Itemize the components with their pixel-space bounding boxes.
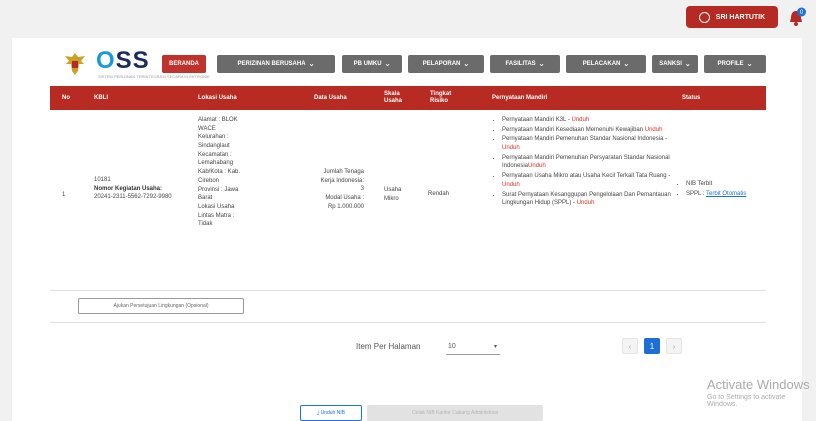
notification-bell-icon[interactable]: 0 — [787, 7, 807, 29]
kbli-cell: 10181 Nomor Kegiatan Usaha: 20241-2311-5… — [94, 176, 176, 202]
row-no: 1 — [62, 192, 66, 198]
chevron-down-icon: ⌄ — [384, 61, 391, 68]
lokasi-cell: Alamat : BLOK WACE Kelurahan : Sindangla… — [198, 117, 241, 228]
user-name: SRI HARTUTIK — [715, 13, 766, 21]
list-item: Pernyataan Mandiri Pemenuhan Standar Nas… — [502, 135, 676, 152]
col-kbli: KBLI — [94, 95, 108, 101]
pernyataan-cell: Pernyataan Mandiri K3L - Unduh Pernyataa… — [494, 116, 676, 209]
nav-profile[interactable]: PROFILE ⌄ — [704, 55, 766, 73]
cetak-nib-button[interactable]: Cetak NIB Kantor Cabang Administrasi — [367, 405, 543, 421]
oss-logo[interactable]: OSS — [96, 47, 150, 75]
main-panel: OSS SISTEM PERIZINAN TERINTEGRASI SECARA… — [12, 38, 802, 421]
table-footer-row: Ajukan Persetujuan Lingkungan (Opsional) — [50, 290, 766, 323]
sppl-link[interactable]: Terbit Otomatis — [706, 191, 746, 197]
next-page-button[interactable]: › — [666, 338, 682, 354]
list-item: Pernyataan Mandiri K3L - Unduh — [502, 116, 676, 125]
chevron-down-icon: ⌄ — [623, 61, 630, 68]
items-per-page-label: Item Per Halaman — [356, 342, 421, 351]
page-1-button[interactable]: 1 — [644, 338, 660, 354]
status-item: SPPL : Terbit Otomatis — [686, 190, 762, 199]
kbli-number: 20241-2311-5562-7292-9980 — [94, 194, 172, 201]
ajukan-persetujuan-button[interactable]: Ajukan Persetujuan Lingkungan (Opsional) — [78, 298, 244, 314]
unduh-link[interactable]: Unduh — [502, 182, 520, 188]
col-status: Status — [682, 95, 701, 101]
chevron-down-icon: ⌄ — [463, 61, 470, 68]
col-tingkat: Tingkat Risiko — [430, 90, 452, 104]
unduh-link[interactable]: Unduh — [645, 127, 663, 133]
table-row: 1 10181 Nomor Kegiatan Usaha: 20241-2311… — [50, 110, 766, 291]
nav-perizinan-berusaha[interactable]: PERIZINAN BERUSAHA ⌄ — [217, 55, 335, 73]
user-menu-button[interactable]: SRI HARTUTIK — [686, 6, 778, 28]
chevron-down-icon: ⌄ — [746, 61, 753, 68]
activate-windows-subtitle: Go to Settings to activate Windows. — [707, 394, 786, 408]
status-item: NIB Terbit — [686, 180, 762, 189]
col-no: No — [62, 95, 70, 101]
list-item: Pernyataan Mandiri Pemenuhan Persyaratan… — [502, 154, 676, 171]
nav-pb-umku[interactable]: PB UMKU ⌄ — [342, 55, 402, 73]
list-item: Pernyataan Mandiri Kesediaan Memenuhi Ke… — [502, 126, 676, 135]
navbar: OSS SISTEM PERIZINAN TERINTEGRASI SECARA… — [12, 38, 802, 86]
logo-subtitle: SISTEM PERIZINAN TERINTEGRASI SECARA ELE… — [98, 74, 210, 79]
nav-pelaporan[interactable]: PELAPORAN ⌄ — [408, 55, 484, 73]
caret-down-icon: ▾ — [493, 344, 497, 350]
list-item: Pernyataan Usaha Mikro atau Usaha Kecil … — [502, 172, 676, 189]
unduh-nib-button[interactable]: ⤓ Unduh NIB — [300, 405, 362, 421]
kbli-code: 10181 — [94, 177, 111, 183]
tingkat-cell: Rendah — [428, 191, 450, 197]
nav-sanksi[interactable]: SANKSI ⌄ — [652, 55, 698, 73]
nav-pelacakan[interactable]: PELACAKAN ⌄ — [566, 55, 646, 73]
chevron-down-icon: ⌄ — [308, 61, 315, 68]
col-skala: Skala Usaha — [384, 90, 403, 104]
user-icon — [698, 11, 710, 23]
col-lokasi: Lokasi Usaha — [198, 95, 237, 101]
col-data: Data Usaha — [314, 95, 347, 101]
kbli-number-label: Nomor Kegiatan Usaha: — [94, 185, 163, 192]
pagination: Item Per Halaman 10 ▾ ‹ 1 › — [12, 336, 802, 360]
unduh-link[interactable]: Unduh — [528, 163, 546, 169]
unduh-link[interactable]: Unduh — [571, 117, 589, 123]
status-cell: NIB Terbit SPPL : Terbit Otomatis — [678, 180, 762, 199]
col-pernyataan: Pernyataan Mandiri — [492, 95, 548, 101]
chevron-down-icon: ⌄ — [538, 61, 545, 68]
activate-windows-watermark: Activate Windows — [707, 377, 810, 392]
list-item: Surat Pernyataan Kesanggupan Pengelolaan… — [502, 191, 676, 208]
garuda-emblem-icon — [65, 53, 85, 75]
chevron-down-icon: ⌄ — [684, 61, 691, 68]
skala-cell: Usaha Mikro — [384, 187, 402, 202]
unduh-link[interactable]: Unduh — [502, 145, 520, 151]
items-per-page-select[interactable]: 10 ▾ — [446, 340, 500, 355]
table-header: No KBLI Lokasi Usaha Data Usaha Skala Us… — [50, 86, 766, 110]
nav-fasilitas[interactable]: FASILITAS ⌄ — [490, 55, 560, 73]
unduh-link[interactable]: Unduh — [577, 200, 595, 206]
data-usaha-cell: Jumlah Tenaga Kerja Indonesia: 3 Modal U… — [320, 169, 364, 210]
prev-page-button[interactable]: ‹ — [622, 338, 638, 354]
nav-beranda[interactable]: BERANDA — [162, 55, 206, 73]
